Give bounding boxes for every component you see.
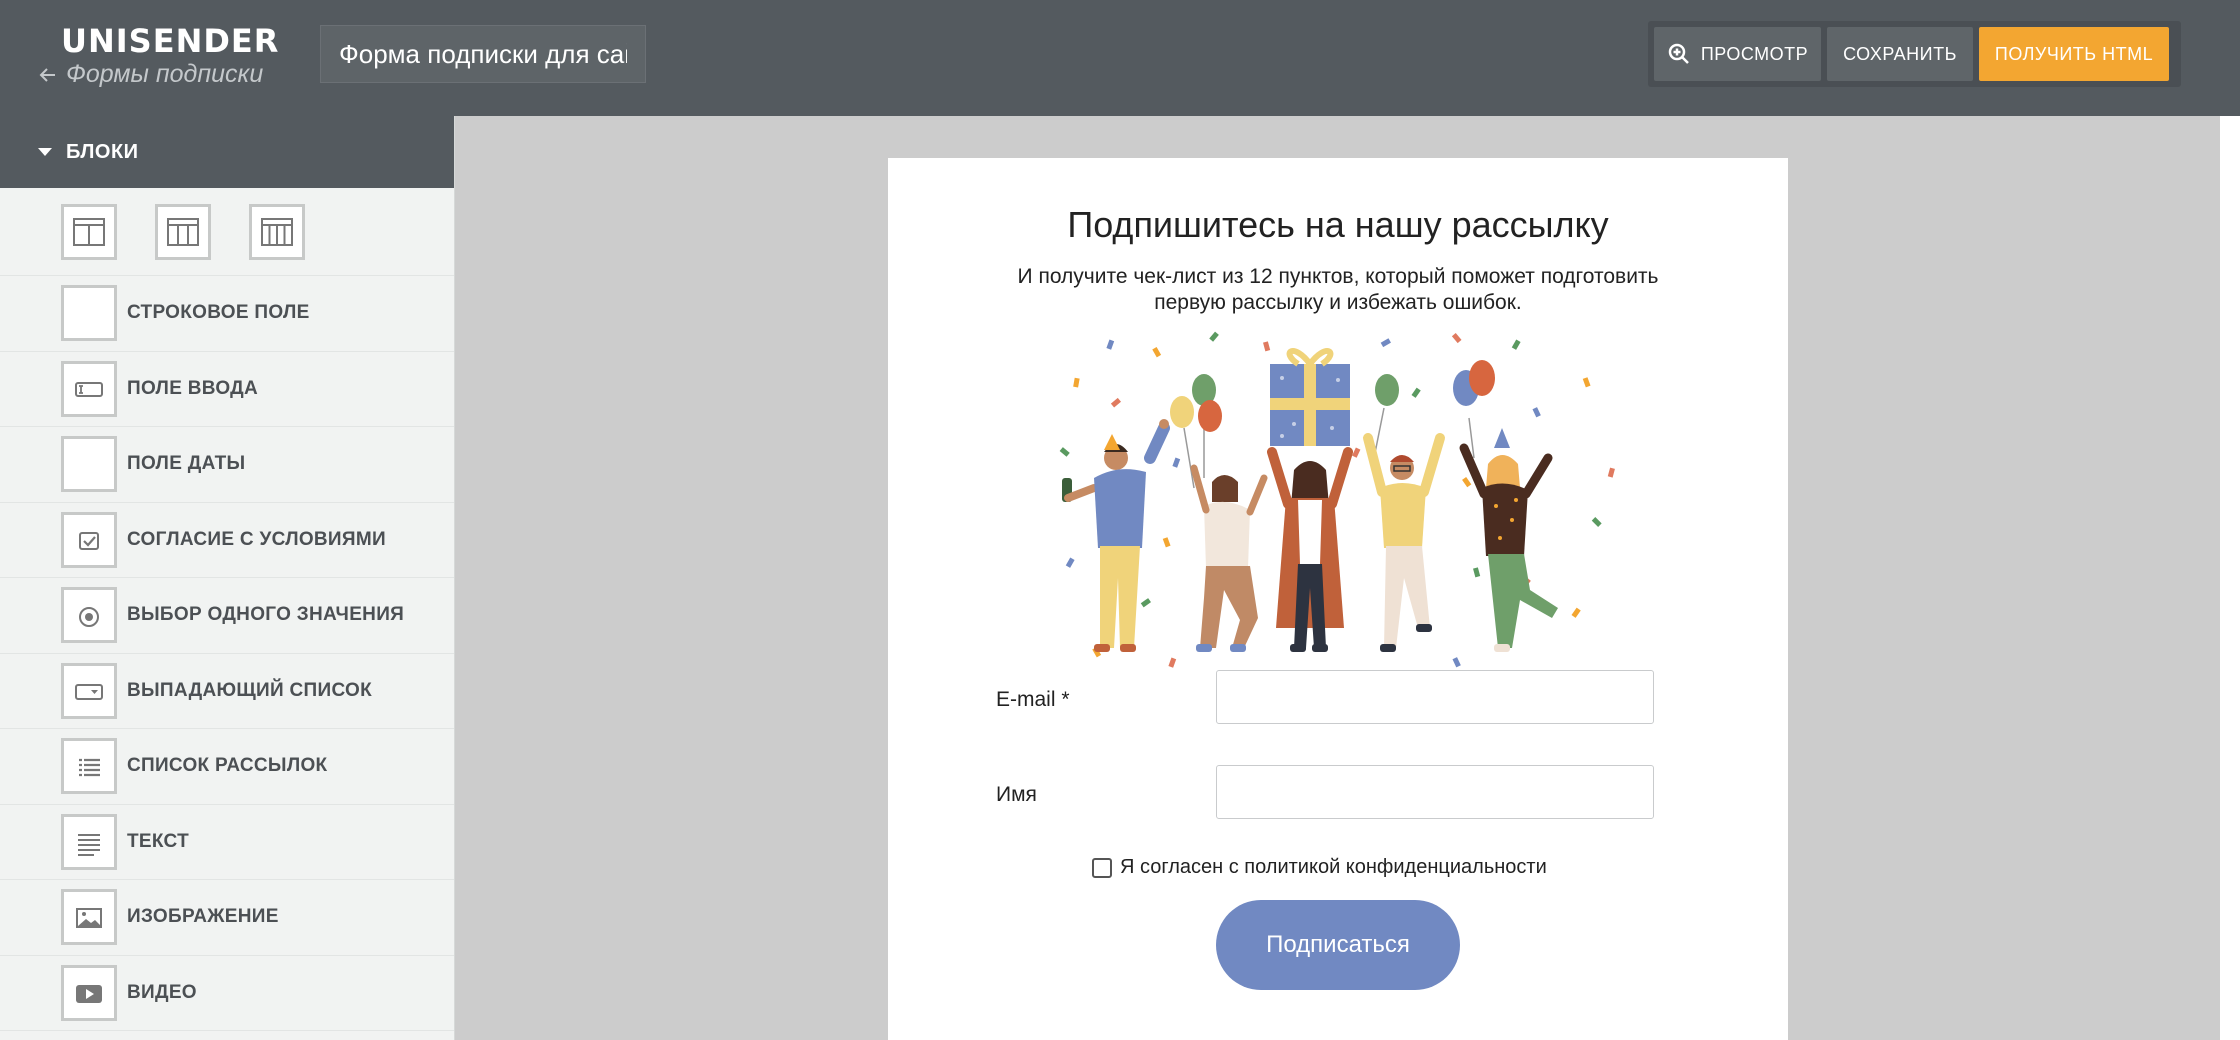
person-figure [1267,447,1353,652]
block-video[interactable]: ВИДЕО [0,956,454,1031]
block-text[interactable]: ТЕКСТ [0,805,454,880]
block-label: СОГЛАСИЕ С УСЛОВИЯМИ [127,528,386,550]
block-terms-consent[interactable]: СОГЛАСИЕ С УСЛОВИЯМИ [0,503,454,578]
zoom-in-icon [1668,43,1689,64]
gift-box [1270,348,1350,446]
block-date-field[interactable]: ПОЛЕ ДАТЫ [0,427,454,503]
privacy-consent-checkbox[interactable] [1092,857,1112,878]
person-figure [1190,464,1268,652]
block-label: ВЫБОР ОДНОГО ЗНАЧЕНИЯ [127,604,405,626]
caret-down-icon [38,148,52,156]
block-label: СПИСОК РАССЫЛОК [127,755,328,777]
privacy-consent[interactable]: Я согласен с политикой конфиденциальност… [1092,856,1547,879]
image-icon [61,889,117,946]
block-label: ВИДЕО [127,981,197,1003]
block-single-choice[interactable]: ВЫБОР ОДНОГО ЗНАЧЕНИЯ [0,578,454,654]
subscribe-button[interactable]: Подписаться [1216,900,1460,990]
column-layouts [0,188,454,276]
list-icon [61,738,117,795]
preview-label: ПРОСМОТР [1700,43,1809,64]
logo: UNISENDER [61,22,280,60]
block-label: ПОЛЕ ВВОДА [127,377,258,399]
email-label: E-mail * [996,688,1070,711]
radio-icon [61,587,117,644]
block-string-field[interactable]: СТРОКОВОЕ ПОЛЕ [0,276,454,352]
blank-field-icon [61,285,117,342]
block-label: ИЗОБРАЖЕНИЕ [127,906,279,928]
video-icon [61,964,117,1021]
action-group: ПРОСМОТР СОХРАНИТЬ ПОЛУЧИТЬ HTML [1648,21,2181,87]
person-figure [1062,419,1170,652]
person-figure [1363,433,1445,652]
block-input-field[interactable]: ПОЛЕ ВВОДА [0,352,454,427]
celebration-illustration[interactable] [1054,328,1622,808]
form-name-input[interactable] [320,25,646,83]
top-bar: UNISENDER Формы подписки ПРОСМОТР СОХРАН… [0,0,2240,116]
subscription-form-preview[interactable]: Подпишитесь на нашу рассылку И получите … [888,158,1788,1040]
get-html-button[interactable]: ПОЛУЧИТЬ HTML [1979,27,2169,81]
block-dropdown-list[interactable]: ВЫПАДАЮЩИЙ СПИСОК [0,654,454,729]
three-columns-layout-icon[interactable] [155,203,211,260]
privacy-consent-label: Я согласен с политикой конфиденциальност… [1120,856,1547,878]
blocks-section-toggle[interactable]: БЛОКИ [0,116,454,188]
blocks-section-title: БЛОКИ [66,140,139,163]
preview-button[interactable]: ПРОСМОТР [1654,27,1821,81]
block-label: ПОЛЕ ДАТЫ [127,453,246,475]
dropdown-icon [61,662,117,719]
person-figure [1459,428,1558,652]
block-image[interactable]: ИЗОБРАЖЕНИЕ [0,880,454,956]
block-mailing-lists[interactable]: СПИСОК РАССЫЛОК [0,729,454,805]
block-label: ВЫПАДАЮЩИЙ СПИСОК [127,679,372,701]
arrow-left-icon [39,67,55,82]
back-link-label: Формы подписки [66,60,264,88]
text-input-icon [61,360,117,417]
checkbox-icon [61,511,117,568]
email-field[interactable] [1216,670,1654,724]
form-title[interactable]: Подпишитесь на нашу рассылку [888,204,1788,246]
canvas-edge [2220,116,2240,1040]
block-label: ТЕКСТ [127,830,189,852]
back-to-forms-link[interactable]: Формы подписки [38,60,263,89]
blank-field-icon [61,436,117,493]
name-field[interactable] [1216,765,1654,819]
name-label: Имя [996,783,1037,806]
form-subtitle[interactable]: И получите чек-лист из 12 пунктов, котор… [988,264,1688,316]
four-columns-layout-icon[interactable] [249,203,305,260]
text-lines-icon [61,813,117,870]
block-label: СТРОКОВОЕ ПОЛЕ [127,302,310,324]
blocks-sidebar: БЛОКИ СТРОКОВОЕ ПОЛЕ ПОЛЕ ВВОДА ПОЛЕ ДАТ… [0,116,455,1040]
two-columns-layout-icon[interactable] [61,203,117,260]
save-button[interactable]: СОХРАНИТЬ [1827,27,1973,81]
